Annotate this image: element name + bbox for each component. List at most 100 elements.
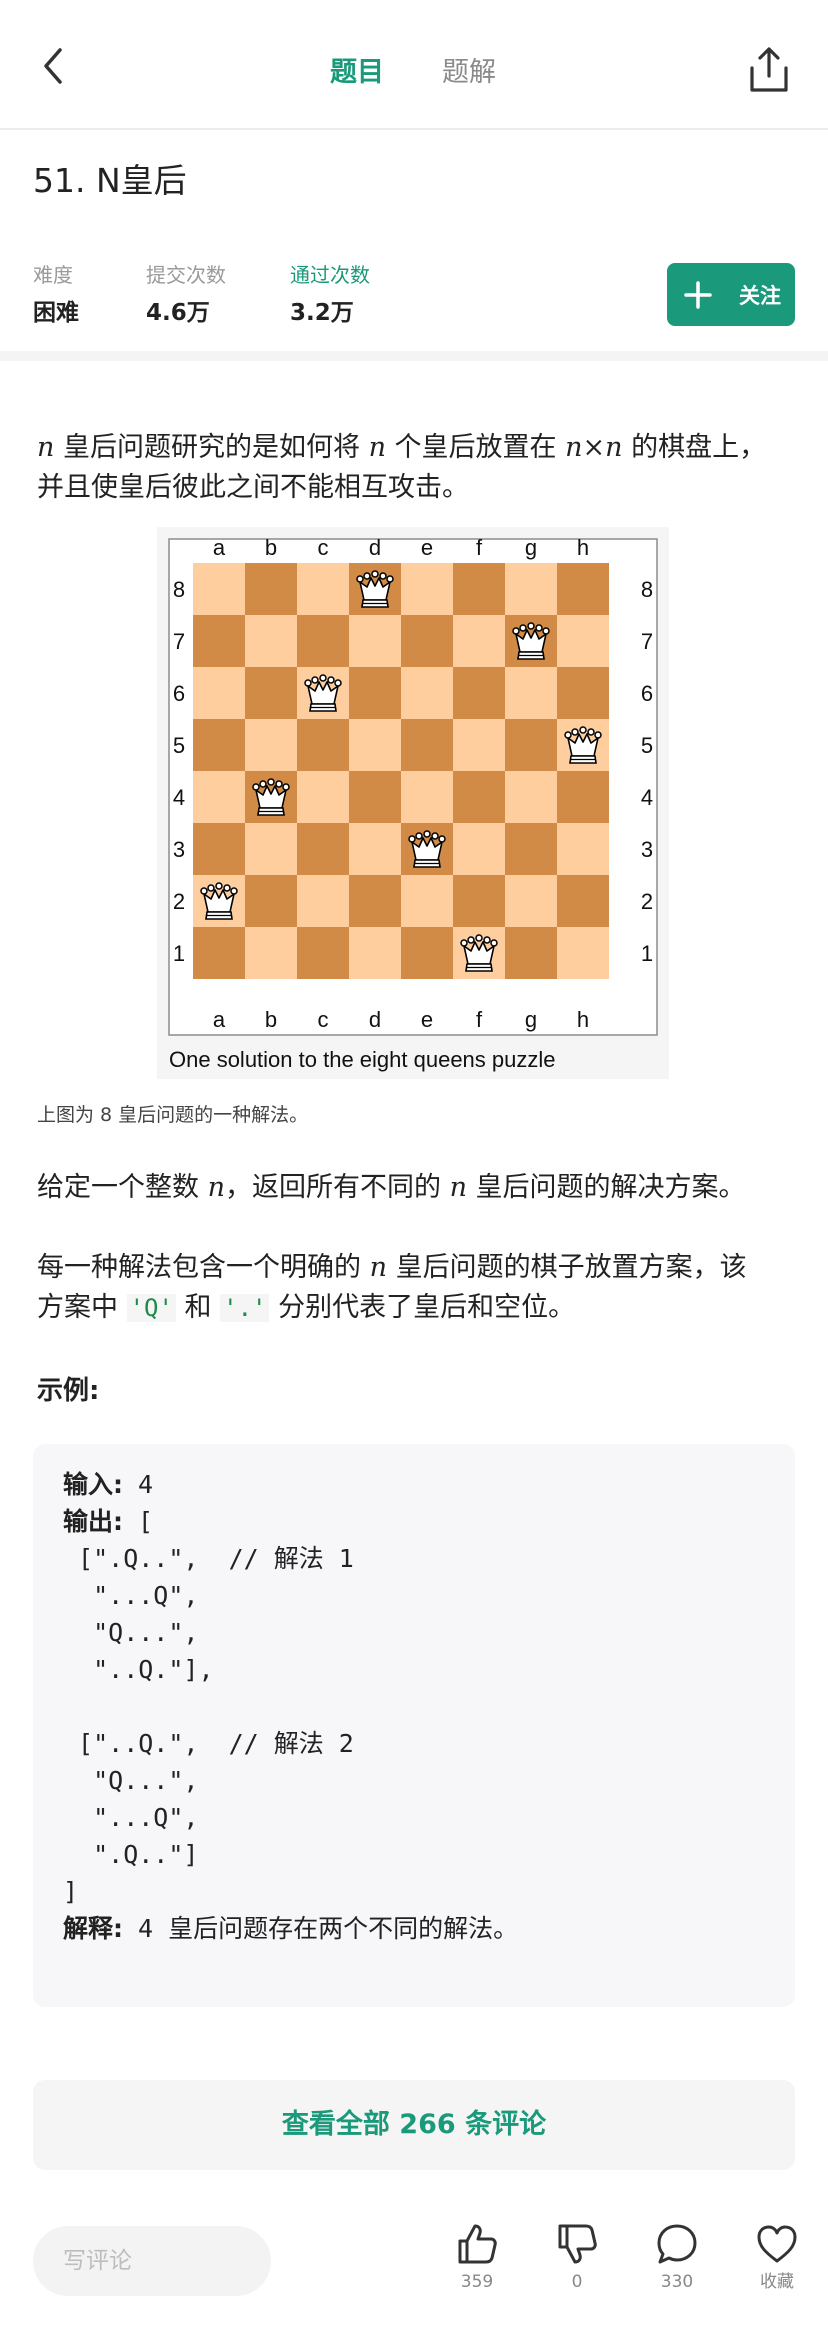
- heart-icon: [757, 2225, 797, 2263]
- rank-label: 1: [641, 941, 653, 966]
- rank-label: 4: [173, 785, 185, 810]
- rank-label: 1: [173, 941, 185, 966]
- board-square: [557, 563, 609, 615]
- file-label: c: [318, 1007, 329, 1032]
- input-value: 4: [123, 1470, 154, 1499]
- file-label: e: [421, 1007, 433, 1032]
- text: 分别代表了皇后和空位。: [269, 1292, 576, 1323]
- example-content: 输入: 4 输出: [ [".Q..", // 解法 1 "...Q", "Q.…: [63, 1466, 518, 1947]
- tab-problem[interactable]: 题目: [330, 56, 384, 90]
- board-square: [505, 563, 557, 615]
- board-square: [557, 771, 609, 823]
- board-square: [401, 615, 453, 667]
- board-square: [193, 719, 245, 771]
- text: 给定一个整数: [37, 1172, 208, 1203]
- file-label: c: [318, 535, 329, 560]
- board-square: [453, 667, 505, 719]
- description-paragraph-1: n 皇后问题研究的是如何将 n 个皇后放置在 n×n 的棋盘上， 并且使皇后彼此…: [37, 428, 766, 508]
- follow-label: 关注: [739, 283, 781, 308]
- n-var: n: [369, 1252, 387, 1283]
- like-button[interactable]: 359: [447, 2222, 507, 2292]
- file-label: b: [265, 535, 277, 560]
- output-value: [ [".Q..", // 解法 1 "...Q", "Q...", "..Q.…: [63, 1507, 354, 1906]
- board-square: [453, 771, 505, 823]
- board-square: [401, 927, 453, 979]
- rank-label: 2: [173, 889, 185, 914]
- file-label: f: [476, 1007, 483, 1032]
- favorite-label: 收藏: [760, 2272, 794, 2292]
- board-square: [193, 615, 245, 667]
- n-var: n: [207, 1172, 225, 1203]
- board-square: [505, 875, 557, 927]
- rank-label: 5: [641, 733, 653, 758]
- tab-solutions[interactable]: 题解: [442, 56, 496, 90]
- text: 个皇后放置在: [385, 432, 566, 463]
- board-square: [349, 719, 401, 771]
- queen-piece: [200, 882, 238, 920]
- text: 并且使皇后彼此之间不能相互攻击。: [37, 472, 469, 503]
- stat-accepted: 通过次数 3.2万: [290, 262, 370, 328]
- file-label: b: [265, 1007, 277, 1032]
- rank-label: 7: [173, 629, 185, 654]
- view-all-comments-button[interactable]: 查看全部 266 条评论: [33, 2080, 795, 2170]
- board-square: [349, 927, 401, 979]
- comment-button[interactable]: 330: [647, 2222, 707, 2292]
- board-square: [297, 719, 349, 771]
- board-square: [453, 563, 505, 615]
- board-square: [505, 667, 557, 719]
- board-square: [401, 771, 453, 823]
- board-square: [297, 823, 349, 875]
- text: 皇后问题的棋子放置方案，该: [386, 1252, 747, 1283]
- text: 皇后问题的解决方案。: [466, 1172, 746, 1203]
- chessboard-figure: a a b b c c d d e e f f g g h h 8 8 7 7 6 6 5 5 4 4 3 3 2 2 1 1 One sol…: [157, 527, 669, 1079]
- rank-label: 3: [173, 837, 185, 862]
- file-label: a: [213, 1007, 226, 1032]
- text: 方案中: [37, 1292, 127, 1323]
- board-square: [245, 719, 297, 771]
- comment-input[interactable]: 写评论: [33, 2226, 271, 2296]
- board-square: [297, 771, 349, 823]
- q-code: 'Q': [126, 1294, 176, 1322]
- description-paragraph-3: 每一种解法包含一个明确的 n 皇后问题的棋子放置方案，该 方案中 'Q' 和 '…: [37, 1248, 747, 1328]
- board-square: [453, 875, 505, 927]
- board-square: [349, 771, 401, 823]
- chessboard: a a b b c c d d e e f f g g h h 8 8 7 7 6 6 5 5 4 4 3 3 2 2 1 1 One sol…: [168, 535, 658, 1072]
- board-square: [297, 563, 349, 615]
- rank-label: 5: [173, 733, 185, 758]
- explain-label: 解释:: [63, 1914, 123, 1943]
- stat-value: 3.2万: [290, 300, 354, 326]
- board-square: [505, 719, 557, 771]
- file-label: d: [369, 1007, 381, 1032]
- board-square: [505, 771, 557, 823]
- dislike-count: 0: [571, 2272, 583, 2292]
- file-label: g: [525, 535, 537, 560]
- rank-label: 8: [641, 577, 653, 602]
- stat-submissions: 提交次数 4.6万: [146, 262, 226, 328]
- board-square: [193, 927, 245, 979]
- description-paragraph-2: 给定一个整数 n，返回所有不同的 n 皇后问题的解决方案。: [37, 1168, 746, 1208]
- file-label: a: [213, 535, 226, 560]
- board-square: [245, 875, 297, 927]
- board-square: [297, 615, 349, 667]
- back-arrow-icon[interactable]: [36, 46, 76, 86]
- file-label: h: [577, 1007, 589, 1032]
- board-square: [193, 563, 245, 615]
- board-square: [193, 771, 245, 823]
- explain-value: 4 皇后问题存在两个不同的解法。: [123, 1914, 519, 1943]
- board-square: [557, 875, 609, 927]
- n-var: n: [368, 432, 386, 463]
- board-square: [557, 667, 609, 719]
- board-square: [401, 667, 453, 719]
- board-square: [557, 927, 609, 979]
- board-square: [401, 875, 453, 927]
- board-square: [557, 615, 609, 667]
- text: ，返回所有不同的: [224, 1172, 450, 1203]
- dislike-button[interactable]: 0: [547, 2222, 607, 2292]
- n-var: n: [37, 432, 55, 463]
- share-icon[interactable]: [748, 46, 790, 94]
- favorite-button[interactable]: 收藏: [747, 2222, 807, 2292]
- example-code-block: 输入: 4 输出: [ [".Q..", // 解法 1 "...Q", "Q.…: [33, 1444, 795, 2007]
- board-square: [453, 719, 505, 771]
- board-square: [349, 615, 401, 667]
- follow-button[interactable]: 关注: [667, 263, 795, 326]
